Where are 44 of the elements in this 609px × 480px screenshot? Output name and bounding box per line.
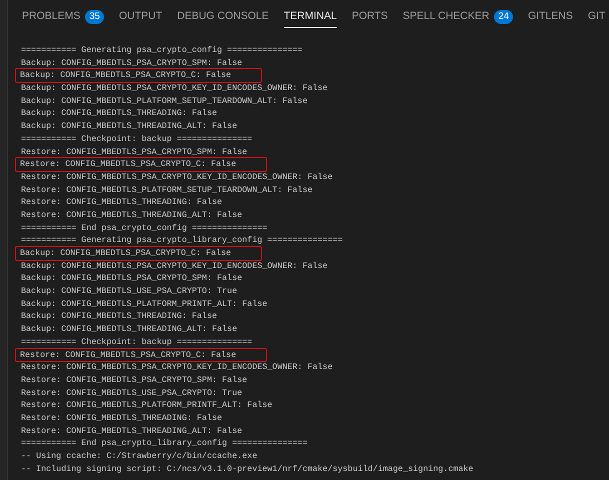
terminal-line: Restore: CONFIG_MBEDTLS_PSA_CRYPTO_KEY_ID_ENCODES_OWNER: False bbox=[21, 361, 333, 374]
panel-tab[interactable]: GITLENS bbox=[528, 6, 573, 28]
terminal-line: Restore: CONFIG_MBEDTLS_USE_PSA_CRYPTO: True bbox=[21, 386, 242, 400]
terminal-line: Backup: CONFIG_MBEDTLS_USE_PSA_CRYPTO: True bbox=[21, 285, 238, 298]
terminal-line: Backup: CONFIG_MBEDTLS_PLATFORM_SETUP_TEARDOWN_ALT: False bbox=[21, 94, 308, 108]
terminal-line: Restore: CONFIG_MBEDTLS_PSA_CRYPTO_SPM: False bbox=[21, 374, 248, 387]
panel-tab[interactable]: TERMINAL bbox=[284, 6, 337, 28]
panel-tab[interactable]: PROBLEMS 35 bbox=[22, 6, 104, 28]
terminal-line: =========== End psa_crypto_config =============== bbox=[21, 222, 268, 234]
terminal-line: Backup: CONFIG_MBEDTLS_PSA_CRYPTO_KEY_ID_ENCODES_OWNER: False bbox=[21, 82, 328, 95]
count-badge: 35 bbox=[85, 10, 104, 24]
count-badge: 24 bbox=[494, 10, 513, 24]
terminal-line: Backup: CONFIG_MBEDTLS_THREADING_ALT: False bbox=[21, 323, 238, 336]
terminal-line: Restore: CONFIG_MBEDTLS_PSA_CRYPTO_C: False bbox=[16, 348, 266, 362]
panel-tab[interactable]: SPELL CHECKER 24 bbox=[402, 6, 513, 28]
panel-tab[interactable]: PORTS bbox=[352, 6, 388, 28]
terminal-line: -- Using ccache: C:/Strawberry/c/bin/ccache.exe bbox=[21, 450, 258, 463]
terminal-line: Restore: CONFIG_MBEDTLS_PSA_CRYPTO_SPM: False bbox=[21, 146, 248, 158]
terminal-line: Restore: CONFIG_MBEDTLS_THREADING_ALT: False bbox=[21, 424, 242, 438]
terminal-line: Backup: CONFIG_MBEDTLS_PSA_CRYPTO_KEY_ID_ENCODES_OWNER: False bbox=[21, 260, 328, 272]
terminal-line: Restore: CONFIG_MBEDTLS_THREADING_ALT: False bbox=[21, 208, 242, 222]
terminal-line: Backup: CONFIG_MBEDTLS_PSA_CRYPTO_C: False bbox=[16, 247, 262, 260]
terminal-line: =========== End psa_crypto_library_config =============== bbox=[21, 437, 308, 450]
terminal-line: Restore: CONFIG_MBEDTLS_PSA_CRYPTO_KEY_ID_ENCODES_OWNER: False bbox=[21, 170, 333, 184]
terminal-line: Backup: CONFIG_MBEDTLS_PSA_CRYPTO_C: False bbox=[16, 69, 262, 82]
panel-tab[interactable]: GIT bbox=[588, 6, 606, 28]
terminal-line: =========== Checkpoint: backup =============== bbox=[21, 132, 252, 146]
terminal-line: Backup: CONFIG_MBEDTLS_PSA_CRYPTO_SPM: False bbox=[21, 272, 242, 286]
panel-tab[interactable]: DEBUG CONSOLE bbox=[177, 6, 269, 28]
terminal-line: Backup: CONFIG_MBEDTLS_PLATFORM_PRINTF_ALT: False bbox=[21, 298, 268, 310]
terminal-line: Backup: CONFIG_MBEDTLS_THREADING_ALT: False bbox=[21, 120, 238, 133]
terminal-line: =========== Generating psa_crypto_config =============== bbox=[21, 44, 302, 57]
terminal-line: Restore: CONFIG_MBEDTLS_PLATFORM_PRINTF_ALT: False bbox=[21, 399, 272, 412]
terminal-line: -- Including signing script: C:/ncs/v3.1.0-preview1/nrf/cmake/sysbuild/image_signing.cmake bbox=[21, 462, 474, 476]
terminal-line: Backup: CONFIG_MBEDTLS_THREADING: False bbox=[21, 107, 218, 120]
terminal-line: Backup: CONFIG_MBEDTLS_PSA_CRYPTO_SPM: False bbox=[21, 56, 242, 70]
panel-tab[interactable]: OUTPUT bbox=[118, 6, 162, 28]
terminal-line: Restore: CONFIG_MBEDTLS_PSA_CRYPTO_C: False bbox=[16, 158, 266, 171]
terminal-line: Backup: CONFIG_MBEDTLS_THREADING: False bbox=[21, 310, 218, 324]
terminal-line: =========== Generating psa_crypto_library_config =============== bbox=[21, 234, 343, 248]
terminal-line: Restore: CONFIG_MBEDTLS_THREADING: False bbox=[21, 412, 222, 425]
terminal-line: =========== Checkpoint: backup =============== bbox=[21, 336, 252, 349]
terminal-line: Restore: CONFIG_MBEDTLS_THREADING: False bbox=[21, 196, 222, 209]
terminal-line: Restore: CONFIG_MBEDTLS_PLATFORM_SETUP_TEARDOWN_ALT: False bbox=[21, 184, 312, 196]
